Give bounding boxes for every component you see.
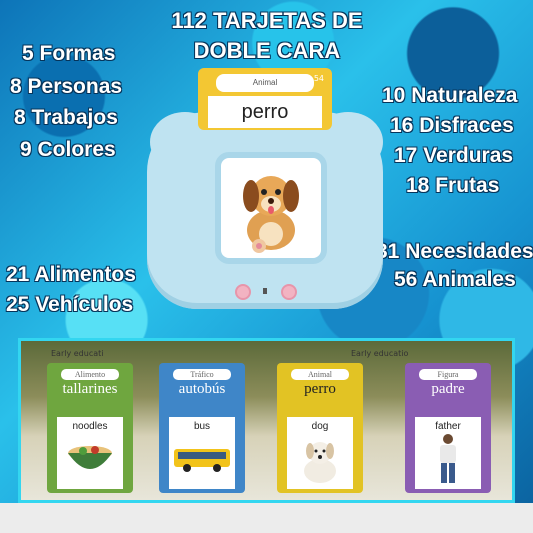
- box-text-left: Early educati: [51, 349, 104, 358]
- label-personas: 8 Personas: [10, 75, 123, 98]
- label-disfraces: 16 Disfraces: [390, 114, 514, 137]
- label-verduras: 17 Verduras: [394, 144, 514, 167]
- puppy-icon: [243, 176, 299, 253]
- card-category: Alimento: [61, 369, 119, 380]
- noodle-bowl-icon: [68, 446, 112, 469]
- card-english: noodles: [72, 421, 108, 432]
- inserted-card-number: 54: [313, 74, 324, 83]
- inserted-card: Animal 54 perro: [198, 68, 332, 130]
- label-animales: 56 Animales: [394, 268, 516, 291]
- card-word: padre: [431, 381, 465, 397]
- label-naturaleza: 10 Naturaleza: [382, 84, 518, 107]
- label-frutas: 18 Frutas: [406, 174, 500, 197]
- card-english: bus: [193, 421, 211, 432]
- label-necesidades: 31 Necesidades: [376, 240, 533, 263]
- card-category: Tráfico: [173, 369, 231, 380]
- device-slot: [263, 288, 267, 294]
- man-icon: [440, 434, 456, 483]
- photo-card-noodles: Alimento tallarines noodles: [47, 363, 133, 493]
- label-formas: 5 Formas: [22, 42, 116, 65]
- card-reader-device: [147, 112, 383, 309]
- dog-icon: [304, 442, 336, 483]
- bus-icon: [174, 449, 230, 472]
- bottom-band: [0, 503, 533, 533]
- photo-card-dog: Animal perro dog: [277, 363, 363, 493]
- photo-card-father: Figura padre father: [405, 363, 491, 493]
- label-trabajos: 8 Trabajos: [14, 106, 118, 129]
- label-alimentos: 21 Alimentos: [6, 263, 136, 286]
- title-line-2: DOBLE CARA: [193, 38, 341, 63]
- inserted-card-word: perro: [241, 101, 289, 123]
- photo-card-bus: Tráfico autobús bus: [159, 363, 245, 493]
- device-left-button[interactable]: [235, 284, 251, 300]
- label-colores: 9 Colores: [20, 138, 116, 161]
- device-screen: [215, 152, 327, 264]
- card-english: dog: [311, 421, 329, 432]
- card-word: perro: [304, 381, 336, 397]
- device-right-button[interactable]: [281, 284, 297, 300]
- inserted-card-category: Animal: [252, 78, 278, 87]
- box-text-right: Early educatio: [351, 349, 409, 358]
- card-word: tallarines: [62, 381, 118, 397]
- product-photo: Early educati Early educatio Alimento ta…: [18, 338, 515, 503]
- card-category: Animal: [291, 369, 349, 380]
- card-category: Figura: [419, 369, 477, 380]
- card-word: autobús: [178, 381, 226, 397]
- label-vehiculos: 25 Vehículos: [6, 293, 134, 316]
- card-english: father: [435, 421, 461, 432]
- title-line-1: 112 TARJETAS DE: [171, 8, 363, 33]
